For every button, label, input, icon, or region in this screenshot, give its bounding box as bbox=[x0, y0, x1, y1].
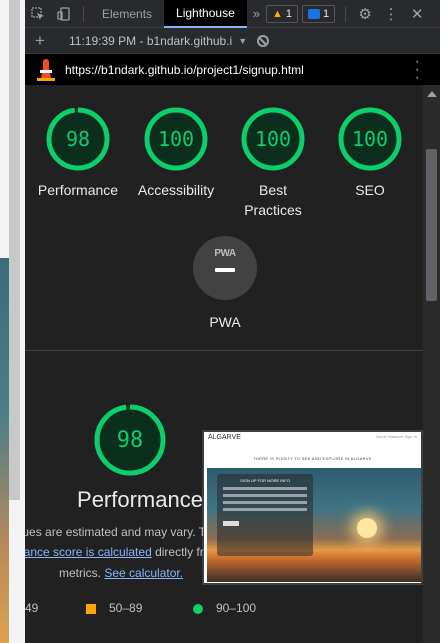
message-icon bbox=[308, 8, 320, 19]
legend-fail-label: 49 bbox=[25, 601, 39, 615]
gauge-seo[interactable]: 100 SEO bbox=[328, 106, 412, 200]
section-divider bbox=[25, 350, 423, 351]
page-behind-strip bbox=[0, 0, 25, 643]
see-calculator-link[interactable]: See calculator. bbox=[104, 566, 183, 580]
more-tabs-icon[interactable]: » bbox=[247, 6, 266, 21]
devtools-window: Elements Lighthouse » ▲ 1 1 ⚙ ⋮ ✕ + 11:1… bbox=[0, 0, 440, 643]
new-report-icon[interactable]: + bbox=[25, 31, 55, 51]
report-url-bar: https://b1ndark.github.io/project1/signu… bbox=[25, 53, 440, 85]
inspect-element-icon[interactable] bbox=[25, 0, 51, 28]
messages-badge[interactable]: 1 bbox=[302, 4, 336, 23]
warning-count: 1 bbox=[285, 7, 292, 20]
message-count: 1 bbox=[323, 7, 330, 20]
performance-title: Performance bbox=[77, 487, 203, 512]
pass-circle-icon bbox=[193, 604, 203, 614]
thumb-brand: ALGARVE bbox=[208, 434, 241, 441]
tab-separator bbox=[345, 5, 347, 22]
scroll-up-icon[interactable] bbox=[427, 91, 437, 97]
perf-description-line2: nance score is calculated directly fr bbox=[25, 545, 217, 559]
gauge-accessibility[interactable]: 100 Accessibility bbox=[131, 106, 221, 200]
gauge-score: 100 bbox=[254, 127, 292, 151]
legend-pass-label: 90–100 bbox=[216, 601, 257, 615]
gauge-label: PWA bbox=[209, 314, 241, 330]
tab-separator bbox=[83, 5, 84, 22]
pwa-badge-icon: PWA bbox=[193, 236, 257, 300]
gauge-performance[interactable]: 98 Performance bbox=[35, 106, 121, 200]
kebab-menu-icon[interactable]: ⋮ bbox=[378, 0, 404, 28]
device-toolbar-icon[interactable] bbox=[51, 0, 77, 28]
gauge-label: Accessibility bbox=[137, 182, 215, 198]
report-menu-icon[interactable]: · · · bbox=[415, 53, 420, 85]
gauge-score: 100 bbox=[157, 127, 195, 151]
tab-elements[interactable]: Elements bbox=[90, 0, 164, 28]
gauge-pwa[interactable]: PWA PWA bbox=[180, 236, 270, 332]
page-scrollbar[interactable] bbox=[9, 0, 20, 500]
close-icon[interactable]: ✕ bbox=[404, 0, 430, 28]
perf-description-line3: metrics. See calculator. bbox=[59, 566, 184, 580]
thumb-hero-image: SIGN UP FOR MORE INFO bbox=[207, 468, 421, 582]
gauge-label: Performance bbox=[37, 182, 119, 198]
lighthouse-toolbar: + 11:19:39 PM - b1ndark.github.i ▼ bbox=[25, 28, 440, 54]
warning-icon: ▲ bbox=[271, 7, 283, 20]
performance-score: 98 bbox=[116, 427, 144, 453]
report-url[interactable]: https://b1ndark.github.io/project1/signu… bbox=[65, 63, 304, 77]
thumb-nav: Home Watches Sign In bbox=[376, 434, 417, 439]
chevron-down-icon[interactable]: ▼ bbox=[238, 36, 247, 46]
final-screenshot: ALGARVE Home Watches Sign In THERE IS PL… bbox=[202, 430, 423, 585]
scroll-thumb[interactable] bbox=[426, 149, 437, 301]
report-scrollbar[interactable] bbox=[423, 85, 440, 643]
gauge-label: SEO bbox=[355, 182, 385, 198]
warnings-badge[interactable]: ▲ 1 bbox=[265, 4, 298, 23]
thumb-form-title: SIGN UP FOR MORE INFO bbox=[240, 478, 290, 483]
gear-icon[interactable]: ⚙ bbox=[352, 0, 378, 28]
lighthouse-logo-icon bbox=[37, 58, 55, 81]
gauge-best-practices[interactable]: 100 Best Practices bbox=[231, 106, 315, 220]
lighthouse-report: 98 Performance 100 Accessibility 100 Bes… bbox=[25, 85, 423, 643]
gauge-label: Best Practices bbox=[244, 182, 302, 218]
tab-lighthouse[interactable]: Lighthouse bbox=[164, 0, 247, 28]
perf-description-line1: alues are estimated and may vary. T bbox=[25, 525, 206, 539]
average-square-icon bbox=[86, 604, 96, 614]
gauge-score: 100 bbox=[351, 127, 389, 151]
thumb-tagline: THERE IS PLENTY TO SEE AND EXPLORE IN AL… bbox=[253, 456, 372, 461]
legend-average-label: 50–89 bbox=[109, 601, 143, 615]
thumb-signup-form: SIGN UP FOR MORE INFO bbox=[217, 474, 313, 556]
score-calculated-link[interactable]: nance score is calculated bbox=[25, 545, 152, 559]
report-selector[interactable]: 11:19:39 PM - b1ndark.github.i bbox=[69, 34, 232, 48]
devtools-tabbar: Elements Lighthouse » ▲ 1 1 ⚙ ⋮ ✕ bbox=[25, 0, 440, 28]
score-legend: 49 50–89 90–100 bbox=[25, 601, 423, 619]
clear-reports-icon[interactable] bbox=[257, 34, 270, 47]
page-background-image bbox=[0, 258, 9, 643]
gauge-score: 98 bbox=[65, 127, 91, 151]
performance-gauge-large: 98 bbox=[80, 403, 180, 477]
